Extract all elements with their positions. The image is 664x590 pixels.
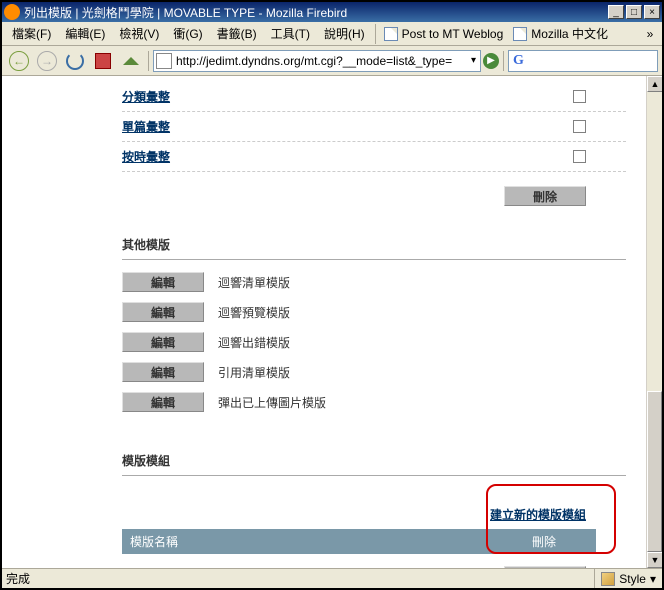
archive-link-individual[interactable]: 單篇彙整 (122, 118, 573, 135)
header-template-name: 模版名稱 (130, 533, 532, 550)
module-table-header: 模版名稱 刪除 (122, 529, 596, 554)
home-icon (123, 49, 139, 65)
edit-button[interactable]: 編輯 (122, 302, 204, 322)
url-dropdown-icon[interactable]: ▾ (469, 55, 478, 66)
archive-link-row: 單篇彙整 (122, 112, 626, 142)
status-text: 完成 (2, 569, 595, 588)
site-icon (156, 53, 172, 69)
forward-button[interactable]: → (34, 48, 60, 74)
delete-button[interactable]: 刪除 (504, 566, 586, 568)
section-other-templates: 其他模版 (122, 206, 626, 260)
archive-link-row: 按時彙整 (122, 142, 626, 172)
archive-link-category[interactable]: 分類彙整 (122, 88, 573, 105)
template-name: 迴響預覽模版 (218, 304, 290, 321)
template-row: 編輯 引用清單模版 (122, 362, 626, 382)
stop-button[interactable] (90, 48, 116, 74)
template-name: 彈出已上傳圖片模版 (218, 394, 326, 411)
archive-checkbox[interactable] (573, 120, 586, 133)
titlebar: 列出模版 | 光劍格鬥學院 | MOVABLE TYPE - Mozilla F… (2, 2, 662, 22)
dropdown-arrow-icon: ▾ (650, 572, 656, 586)
edit-button[interactable]: 編輯 (122, 272, 204, 292)
forward-arrow-icon: → (37, 51, 57, 71)
go-button[interactable]: ▶ (483, 53, 499, 69)
delete-button[interactable]: 刪除 (504, 186, 586, 206)
scroll-down-button[interactable]: ▼ (647, 552, 662, 568)
edit-button[interactable]: 編輯 (122, 362, 204, 382)
back-arrow-icon: ← (9, 51, 29, 71)
bookmark-post-mt[interactable]: Post to MT Weblog (380, 25, 508, 43)
template-name: 迴響清單模版 (218, 274, 290, 291)
page-icon (384, 27, 398, 41)
create-module-row: 建立新的模版模組 (122, 488, 626, 529)
style-selector[interactable]: Style ▾ (595, 572, 662, 586)
statusbar: 完成 Style ▾ (2, 568, 662, 588)
menu-bookmarks[interactable]: 書籤(B) (211, 23, 263, 44)
style-label: Style (619, 572, 646, 586)
separator (503, 51, 504, 71)
edit-button[interactable]: 編輯 (122, 332, 204, 352)
menu-tools[interactable]: 工具(T) (265, 23, 316, 44)
bookmark-mozilla-zh[interactable]: Mozilla 中文化 (509, 23, 612, 44)
template-row: 編輯 迴響預覽模版 (122, 302, 626, 322)
separator (375, 24, 376, 44)
back-button[interactable]: ← (6, 48, 32, 74)
archive-link-date[interactable]: 按時彙整 (122, 148, 573, 165)
menubar: 檔案(F) 編輯(E) 檢視(V) 衝(G) 書籤(B) 工具(T) 說明(H)… (2, 22, 662, 46)
edit-button[interactable]: 編輯 (122, 392, 204, 412)
menu-file[interactable]: 檔案(F) (6, 23, 57, 44)
page-body: 分類彙整 單篇彙整 按時彙整 刪除 其他模版 編輯 迴響清單模版 編輯 迴響 (2, 76, 646, 568)
section-template-modules: 模版模組 (122, 422, 626, 476)
template-name: 引用清單模版 (218, 364, 290, 381)
archive-link-row: 分類彙整 (122, 76, 626, 112)
create-module-link[interactable]: 建立新的模版模組 (490, 508, 586, 522)
scroll-thumb[interactable] (647, 391, 662, 552)
search-bar[interactable]: G (508, 50, 658, 72)
scroll-track[interactable] (647, 92, 662, 552)
archive-checkbox[interactable] (573, 90, 586, 103)
url-text[interactable]: http://jedimt.dyndns.org/mt.cgi?__mode=l… (176, 54, 465, 68)
menu-edit[interactable]: 編輯(E) (59, 23, 111, 44)
close-button[interactable]: × (644, 5, 660, 19)
nav-toolbar: ← → http://jedimt.dyndns.org/mt.cgi?__mo… (2, 46, 662, 76)
module-delete-row: 刪除 (122, 554, 626, 568)
reload-button[interactable] (62, 48, 88, 74)
archive-checkbox[interactable] (573, 150, 586, 163)
menu-help[interactable]: 說明(H) (318, 23, 371, 44)
template-row: 編輯 迴響清單模版 (122, 272, 626, 292)
template-row: 編輯 迴響出錯模版 (122, 332, 626, 352)
menu-view[interactable]: 檢視(V) (113, 23, 165, 44)
scroll-up-button[interactable]: ▲ (647, 76, 662, 92)
maximize-button[interactable]: □ (626, 5, 642, 19)
url-bar[interactable]: http://jedimt.dyndns.org/mt.cgi?__mode=l… (153, 50, 481, 72)
separator (148, 51, 149, 71)
bookmark-label: Mozilla 中文化 (531, 25, 608, 42)
overflow-chevron-icon[interactable]: » (642, 27, 658, 41)
stop-icon (95, 53, 111, 69)
delete-row: 刪除 (122, 172, 626, 206)
bookmark-label: Post to MT Weblog (402, 27, 504, 41)
browser-window: 列出模版 | 光劍格鬥學院 | MOVABLE TYPE - Mozilla F… (0, 0, 664, 590)
content-viewport: 分類彙整 單篇彙整 按時彙整 刪除 其他模版 編輯 迴響清單模版 編輯 迴響 (2, 76, 662, 568)
template-name: 迴響出錯模版 (218, 334, 290, 351)
home-button[interactable] (118, 48, 144, 74)
style-icon (601, 572, 615, 586)
google-icon: G (513, 53, 524, 69)
vertical-scrollbar[interactable]: ▲ ▼ (646, 76, 662, 568)
header-delete: 刪除 (532, 533, 556, 550)
window-title: 列出模版 | 光劍格鬥學院 | MOVABLE TYPE - Mozilla F… (24, 4, 606, 21)
firebird-icon (4, 4, 20, 20)
template-row: 編輯 彈出已上傳圖片模版 (122, 392, 626, 412)
minimize-button[interactable]: _ (608, 5, 624, 19)
page-icon (513, 27, 527, 41)
menu-go[interactable]: 衝(G) (167, 23, 208, 44)
reload-icon (66, 52, 84, 70)
